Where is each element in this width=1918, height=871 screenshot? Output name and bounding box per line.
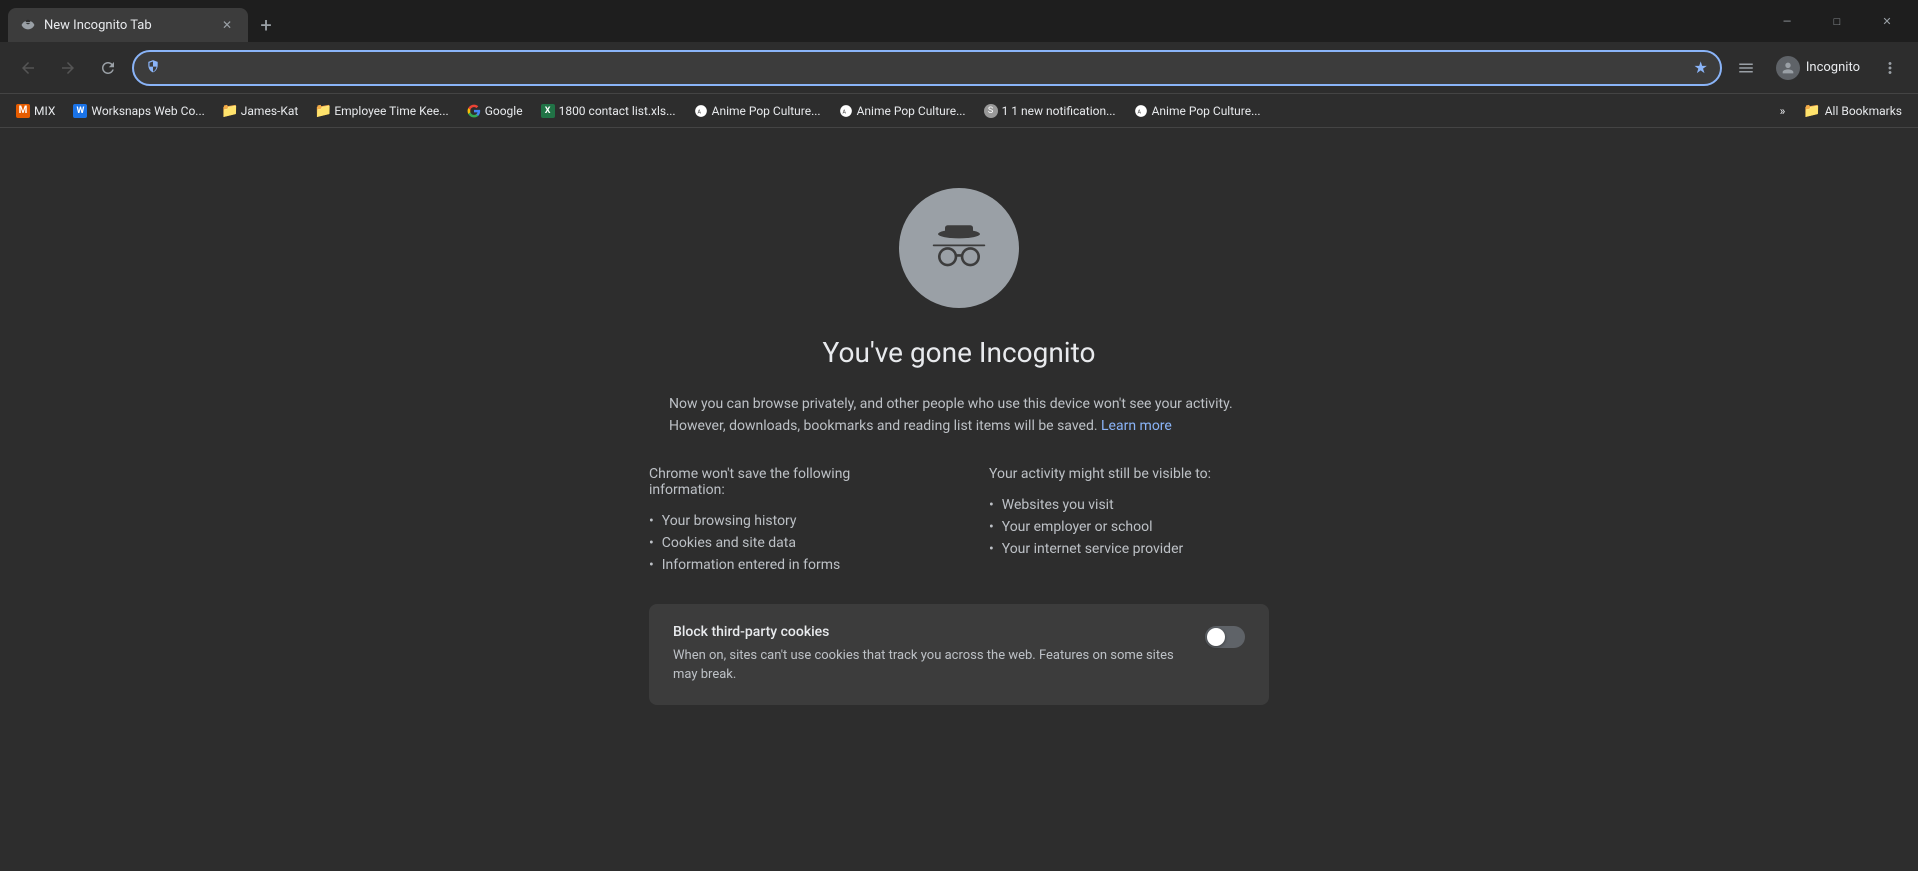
toggle-thumb [1207,628,1225,646]
main-content: You've gone Incognito Now you can browse… [0,128,1918,871]
incognito-description: Now you can browse privately, and other … [669,393,1249,438]
bookmark-mix[interactable]: M MIX [8,100,63,122]
list-item-browsing-history: Your browsing history [649,510,929,532]
back-button[interactable] [12,52,44,84]
reload-button[interactable] [92,52,124,84]
svg-text:A: A [842,109,846,115]
bookmark-google[interactable]: Google [459,100,531,122]
bookmark-1800[interactable]: X 1800 contact list.xls... [533,100,684,122]
url-input[interactable] [168,60,1686,76]
address-bar[interactable]: ★ [132,50,1722,86]
active-tab[interactable]: New Incognito Tab ✕ [8,8,248,42]
list-item-isp: Your internet service provider [989,538,1269,560]
activity-visible-heading: Your activity might still be visible to: [989,466,1269,482]
bookmark-notifications-icon: S [984,104,998,118]
bookmark-anime3-icon: A [1134,104,1148,118]
avatar [1776,56,1800,80]
bookmark-star-icon[interactable]: ★ [1694,58,1708,77]
tab-title: New Incognito Tab [44,18,210,33]
navigation-bar: ★ Incognito [0,42,1918,94]
sidebar-button[interactable] [1730,52,1762,84]
list-item-forms: Information entered in forms [649,554,929,576]
bookmark-anime3-label: Anime Pop Culture... [1152,104,1261,118]
security-icon [146,59,160,77]
all-bookmarks-label: All Bookmarks [1825,104,1902,118]
cookie-toggle-wrap[interactable] [1205,624,1245,648]
learn-more-link[interactable]: Learn more [1101,418,1172,434]
menu-button[interactable] [1874,52,1906,84]
bookmark-1800-icon: X [541,104,555,118]
bookmark-james-kat[interactable]: 📁 James-Kat [215,100,307,122]
bookmark-anime1[interactable]: A Anime Pop Culture... [686,100,829,122]
bookmark-anime2-label: Anime Pop Culture... [857,104,966,118]
chrome-wont-save-heading: Chrome won't save the following informat… [649,466,929,498]
cookie-block-box: Block third-party cookies When on, sites… [649,604,1269,705]
bookmark-employee-time[interactable]: 📁 Employee Time Kee... [308,100,456,122]
maximize-button[interactable]: □ [1814,0,1860,42]
tab-incognito-icon [20,17,36,33]
bookmark-google-label: Google [485,104,523,118]
bookmark-worksnaps-label: Worksnaps Web Co... [91,104,204,118]
close-button[interactable]: ✕ [1864,0,1910,42]
bookmark-worksnaps[interactable]: W Worksnaps Web Co... [65,100,212,122]
cookie-description: When on, sites can't use cookies that tr… [673,646,1185,685]
tab-close-button[interactable]: ✕ [218,16,236,34]
chrome-wont-save-section: Chrome won't save the following informat… [649,466,929,576]
list-item-employer: Your employer or school [989,516,1269,538]
chrome-wont-save-list: Your browsing history Cookies and site d… [649,510,929,576]
bookmark-mix-icon: M [16,104,30,118]
bookmarks-more-button[interactable]: » [1772,100,1794,122]
bookmarks-bar: M MIX W Worksnaps Web Co... 📁 James-Kat … [0,94,1918,128]
bookmark-notifications[interactable]: S 1 1 new notification... [976,100,1124,122]
minimize-button[interactable]: — [1764,0,1810,42]
list-item-cookies: Cookies and site data [649,532,929,554]
bookmark-emptime-icon: 📁 [316,104,330,118]
bookmark-anime1-icon: A [694,104,708,118]
nav-actions: Incognito [1730,52,1906,84]
window-controls: — □ ✕ [1764,0,1918,42]
cookie-title: Block third-party cookies [673,624,1185,640]
activity-visible-section: Your activity might still be visible to:… [989,466,1269,576]
all-bookmarks-button[interactable]: 📁 All Bookmarks [1795,99,1910,123]
bookmark-anime2[interactable]: A Anime Pop Culture... [831,100,974,122]
bookmark-anime2-icon: A [839,104,853,118]
bookmark-worksnaps-icon: W [73,104,87,118]
bookmark-mix-label: MIX [34,104,55,118]
bookmark-notifications-label: 1 1 new notification... [1002,104,1116,118]
svg-text:A: A [697,109,701,115]
bookmark-1800-label: 1800 contact list.xls... [559,104,676,118]
profile-label: Incognito [1806,60,1860,75]
new-tab-button[interactable]: + [252,11,280,39]
list-item-websites: Websites you visit [989,494,1269,516]
bookmark-google-icon [467,104,481,118]
forward-button[interactable] [52,52,84,84]
svg-text:A: A [1137,109,1141,115]
bookmark-anime1-label: Anime Pop Culture... [712,104,821,118]
cookie-text: Block third-party cookies When on, sites… [673,624,1185,685]
activity-visible-list: Websites you visit Your employer or scho… [989,494,1269,560]
bookmark-jameskat-icon: 📁 [223,104,237,118]
incognito-title: You've gone Incognito [823,336,1096,369]
profile-button[interactable]: Incognito [1766,52,1870,84]
all-bookmarks-icon: 📁 [1803,103,1820,119]
incognito-icon [899,188,1019,308]
bookmark-emptime-label: Employee Time Kee... [334,104,448,118]
bookmark-jameskat-label: James-Kat [241,104,299,118]
info-columns: Chrome won't save the following informat… [649,466,1269,576]
cookie-toggle[interactable] [1205,626,1245,648]
bookmark-anime3[interactable]: A Anime Pop Culture... [1126,100,1269,122]
tab-bar: New Incognito Tab ✕ + — □ ✕ [0,0,1918,42]
